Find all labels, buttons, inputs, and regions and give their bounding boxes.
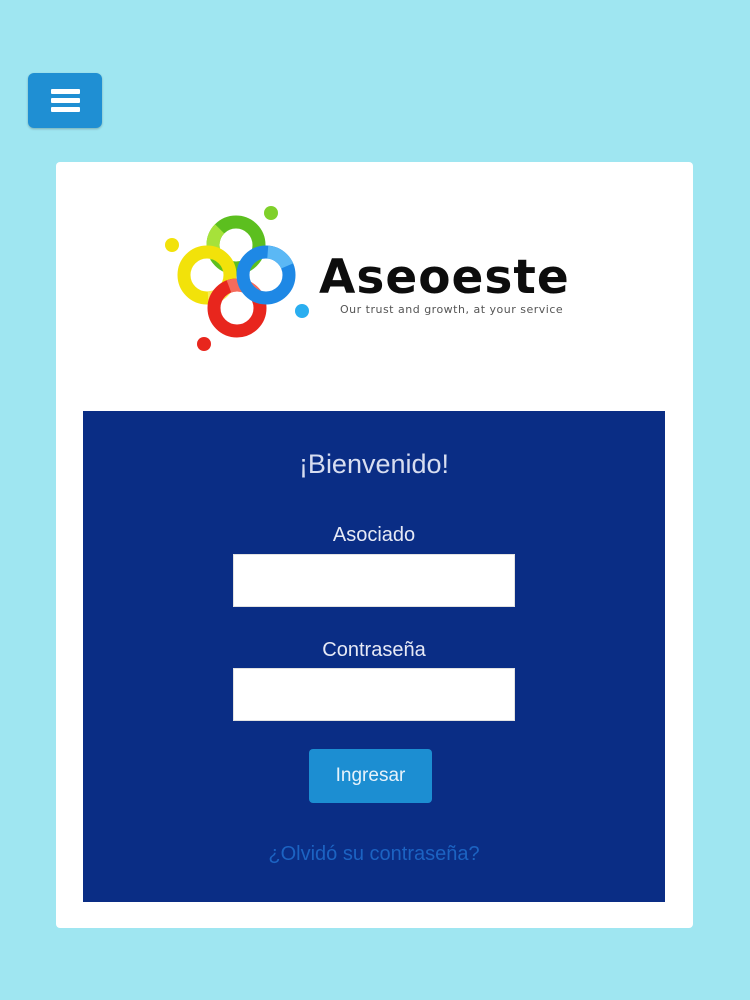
forgot-password-link[interactable]: ¿Olvidó su contraseña? — [83, 843, 665, 866]
password-label: Contraseña — [322, 639, 426, 661]
aseoeste-logo-rings-icon — [165, 206, 309, 351]
welcome-heading: ¡Bienvenido! — [298, 449, 450, 479]
login-card: Aseoeste Our trust and growth, at your s… — [56, 162, 693, 928]
login-submit-button[interactable]: Ingresar — [309, 749, 432, 803]
brand-tagline: Our trust and growth, at your service — [340, 303, 564, 316]
user-label: Asociado — [332, 524, 416, 546]
login-panel: ¡Bienvenido! Asociado Contraseña Ingresa… — [83, 411, 665, 902]
password-input[interactable] — [233, 668, 515, 721]
user-input[interactable] — [233, 554, 515, 607]
brand-name: Aseoeste — [319, 250, 570, 305]
brand-logo: Aseoeste Our trust and growth, at your s… — [162, 202, 592, 362]
menu-button[interactable] — [28, 73, 102, 128]
